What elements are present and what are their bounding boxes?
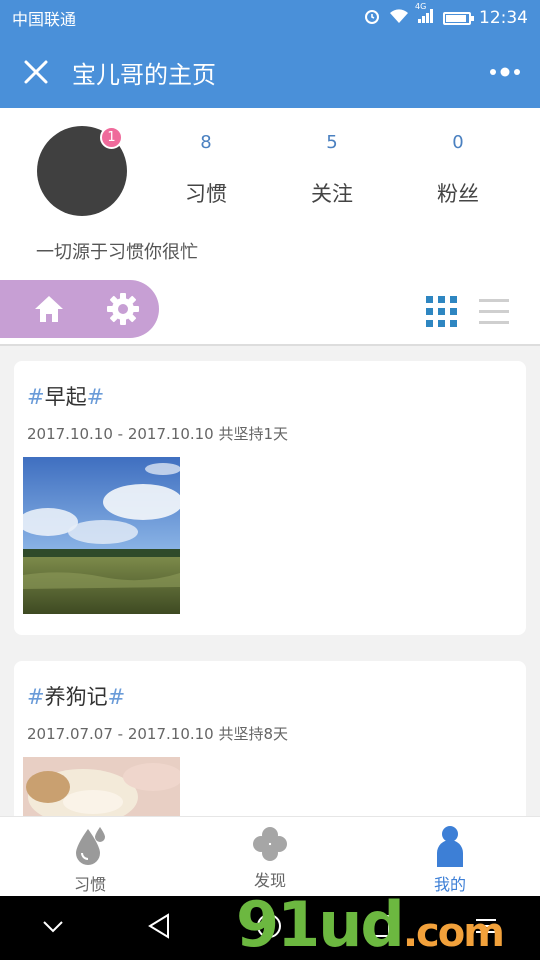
action-pill	[0, 280, 159, 338]
water-drop-icon	[76, 827, 105, 865]
habit-photo[interactable]	[23, 757, 180, 817]
person-icon	[437, 826, 463, 867]
battery-icon	[443, 11, 474, 25]
habit-title: #养狗记#	[27, 685, 126, 709]
watermark-logo: 91ud.com	[236, 888, 505, 960]
stat-following-label: 关注	[311, 182, 353, 206]
status-bar: 中国联通 4G 12:34	[0, 0, 540, 36]
signal-icon: 4G	[415, 2, 435, 28]
habit-date-range: 2017.10.10 - 2017.10.10 共坚持1天	[27, 425, 289, 443]
stat-followers-count: 0	[452, 132, 464, 153]
chevron-down-icon	[43, 920, 63, 932]
alarm-icon	[363, 7, 381, 29]
stat-followers-label: 粉丝	[437, 182, 479, 206]
tab-habits[interactable]: 习惯	[0, 817, 180, 896]
close-icon	[24, 60, 48, 84]
home-icon	[35, 296, 63, 322]
habit-name: 养狗记	[44, 685, 108, 709]
gear-icon	[107, 293, 139, 325]
home-button[interactable]	[20, 280, 78, 338]
nav-back-button[interactable]	[147, 913, 171, 943]
grid-icon	[426, 296, 457, 327]
clover-icon	[253, 827, 287, 861]
stat-habits-count: 8	[200, 132, 212, 153]
carrier-name: 中国联通	[12, 10, 77, 29]
stat-following[interactable]: 5 关注	[272, 132, 392, 208]
more-button[interactable]	[470, 36, 540, 108]
more-dots-icon	[490, 67, 520, 77]
tab-discover[interactable]: 发现	[180, 817, 360, 896]
habit-photo[interactable]	[23, 457, 180, 614]
stat-habits[interactable]: 8 习惯	[146, 132, 266, 208]
page-title: 宝儿哥的主页	[72, 60, 216, 89]
close-button[interactable]	[0, 36, 72, 108]
back-triangle-icon	[148, 913, 170, 939]
list-view-button[interactable]	[474, 294, 514, 330]
grid-view-button[interactable]	[422, 294, 462, 330]
stat-following-count: 5	[326, 132, 338, 153]
notification-badge: 1	[100, 126, 123, 149]
habit-date-range: 2017.07.07 - 2017.10.10 共坚持8天	[27, 725, 289, 743]
wifi-icon	[389, 8, 409, 28]
stat-habits-label: 习惯	[185, 182, 227, 206]
stat-followers[interactable]: 0 粉丝	[398, 132, 518, 208]
tab-habits-label: 习惯	[73, 875, 106, 894]
habit-name: 早起	[44, 385, 87, 409]
tab-bar: 习惯 发现 我的	[0, 816, 540, 896]
settings-button[interactable]	[94, 280, 152, 338]
tab-mine[interactable]: 我的	[360, 817, 540, 896]
list-icon	[479, 299, 509, 324]
network-type: 4G	[415, 2, 427, 11]
nav-collapse-button[interactable]	[42, 919, 64, 938]
habit-card[interactable]: #早起# 2017.10.10 - 2017.10.10 共坚持1天	[14, 361, 526, 635]
profile-bio: 一切源于习惯你很忙	[36, 242, 198, 263]
divider	[0, 344, 540, 346]
clock: 12:34	[479, 8, 528, 28]
habit-title: #早起#	[27, 385, 105, 409]
title-bar: 宝儿哥的主页	[0, 36, 540, 108]
profile-section: 1 8 习惯 5 关注 0 粉丝 一切源于习惯你很忙	[0, 108, 540, 346]
